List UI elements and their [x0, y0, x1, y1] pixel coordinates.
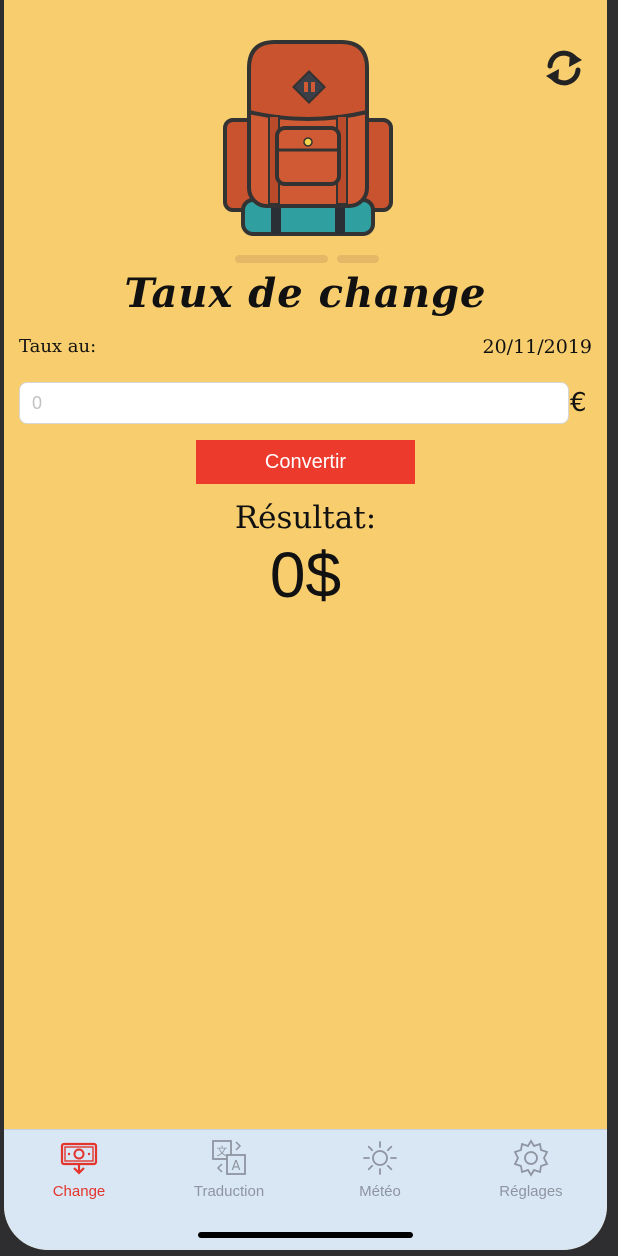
page-indicator: [4, 255, 607, 263]
tab-reglages-label: Réglages: [499, 1183, 563, 1200]
convert-button[interactable]: Convertir: [196, 440, 415, 484]
currency-symbol: €: [570, 388, 587, 418]
result-label: Résultat:: [234, 500, 377, 536]
app-screen: Taux de change Taux au: 20/11/2019 € Con…: [4, 0, 607, 1250]
amount-input[interactable]: [19, 382, 569, 424]
page-indicator-dot: [337, 255, 379, 263]
tab-bar: Change 文 A Traduction Météo Réglages: [4, 1129, 607, 1250]
rate-date: 20/11/2019: [482, 336, 592, 358]
svg-text:A: A: [232, 1159, 241, 1174]
backpack-icon: [223, 38, 393, 238]
tab-meteo-label: Météo: [359, 1183, 401, 1200]
home-indicator[interactable]: [198, 1232, 413, 1238]
tab-change[interactable]: Change: [4, 1138, 154, 1202]
svg-text:文: 文: [217, 1144, 228, 1158]
tab-traduction-label: Traduction: [193, 1183, 265, 1200]
rate-label: Taux au:: [19, 336, 97, 357]
money-icon: [59, 1138, 99, 1178]
result-value: 0$: [269, 539, 342, 611]
sun-icon: [360, 1138, 400, 1178]
translate-icon: 文 A: [209, 1138, 249, 1178]
page-title: Taux de change: [124, 270, 487, 317]
tab-reglages[interactable]: Réglages: [456, 1138, 606, 1202]
tab-change-label: Change: [52, 1183, 106, 1200]
tab-meteo[interactable]: Météo: [305, 1138, 455, 1202]
tab-traduction[interactable]: 文 A Traduction: [154, 1138, 304, 1202]
page-indicator-dot-active: [235, 255, 328, 263]
refresh-icon[interactable]: [542, 46, 586, 90]
gear-icon: [511, 1138, 551, 1178]
